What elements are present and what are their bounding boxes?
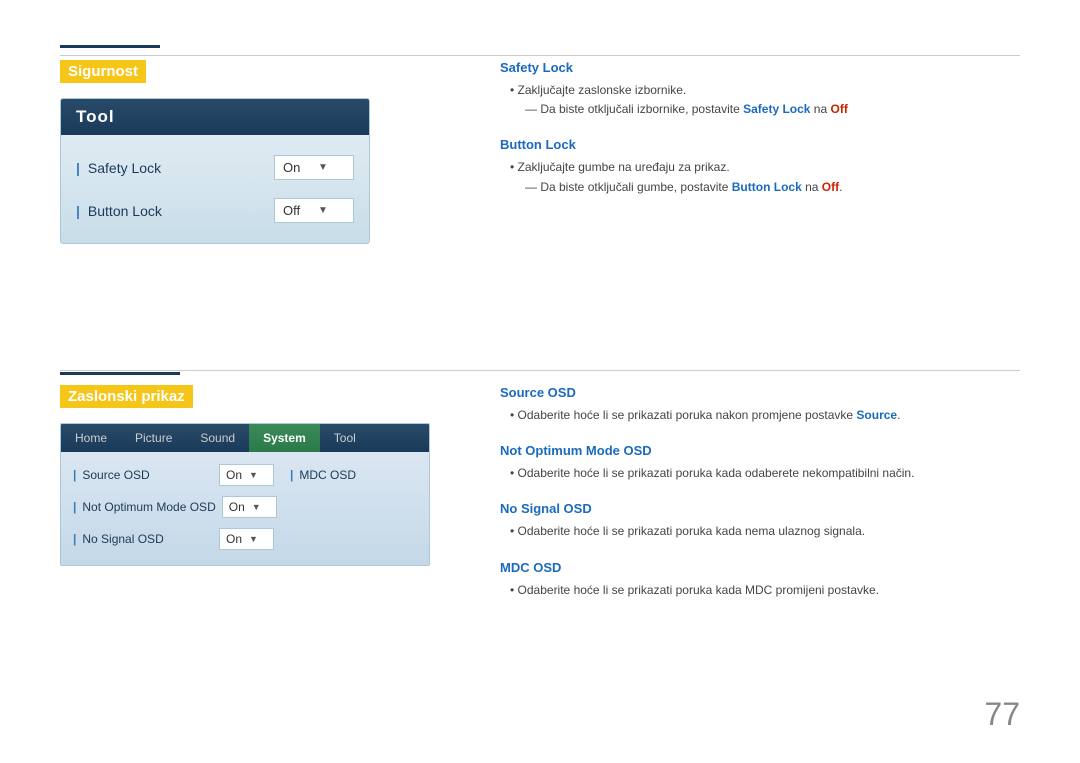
- desc-safety-lock-title: Safety Lock: [500, 60, 1020, 75]
- not-optimum-bullet-1: • Odaberite hoće li se prikazati poruka …: [510, 464, 1020, 483]
- desc-no-signal-body: • Odaberite hoće li se prikazati poruka …: [510, 522, 1020, 541]
- tab-home[interactable]: Home: [61, 424, 121, 452]
- safety-lock-sub-bullet-1: ― Da biste otključali izbornike, postavi…: [525, 100, 1020, 119]
- not-optimum-select[interactable]: On ▼: [222, 496, 277, 518]
- page-number: 77: [984, 696, 1020, 733]
- desc-zaslonski: Source OSD • Odaberite hoće li se prikaz…: [500, 385, 1020, 618]
- safety-lock-arrow: ▼: [318, 162, 345, 173]
- zaslonski-title-bar: [60, 372, 180, 375]
- source-osd-label: Source OSD: [73, 468, 213, 482]
- not-optimum-label: Not Optimum Mode OSD: [73, 500, 216, 514]
- mdc-osd-label: MDC OSD: [290, 468, 430, 482]
- tool-panel-body: Safety Lock On ▼ Button Lock Off ▼: [61, 135, 369, 243]
- tab-tool[interactable]: Tool: [320, 424, 370, 452]
- mid-rule: [60, 370, 1020, 371]
- tool-row-button-lock: Button Lock Off ▼: [76, 198, 354, 223]
- zaslonski-section: Zaslonski prikaz Home Picture Sound Syst…: [60, 385, 480, 566]
- no-signal-bullet-1: • Odaberite hoće li se prikazati poruka …: [510, 522, 1020, 541]
- tab-system[interactable]: System: [249, 424, 320, 452]
- safety-lock-label: Safety Lock: [76, 160, 161, 176]
- button-lock-select[interactable]: Off ▼: [274, 198, 354, 223]
- source-osd-arrow: ▼: [249, 470, 267, 480]
- button-lock-sub-bullet-1: ― Da biste otključali gumbe, postavite B…: [525, 178, 1020, 197]
- tool-row-safety-lock: Safety Lock On ▼: [76, 155, 354, 180]
- tool-panel-header: Tool: [61, 99, 369, 135]
- sigurnost-title-bar: [60, 45, 160, 48]
- desc-button-lock-body: • Zaključajte gumbe na uređaju za prikaz…: [510, 158, 1020, 196]
- safety-lock-select[interactable]: On ▼: [274, 155, 354, 180]
- desc-source-osd: Source OSD • Odaberite hoće li se prikaz…: [500, 385, 1020, 425]
- osd-body: Source OSD On ▼ MDC OSD On ▼ Not Optimum…: [61, 452, 429, 565]
- not-optimum-arrow: ▼: [252, 502, 270, 512]
- desc-not-optimum-body: • Odaberite hoće li se prikazati poruka …: [510, 464, 1020, 483]
- desc-safety-lock-body: • Zaključajte zaslonske izbornike. ― Da …: [510, 81, 1020, 119]
- desc-source-osd-body: • Odaberite hoće li se prikazati poruka …: [510, 406, 1020, 425]
- osd-row-no-signal: No Signal OSD On ▼: [73, 528, 417, 550]
- osd-row-source: Source OSD On ▼ MDC OSD On ▼: [73, 464, 417, 486]
- desc-no-signal: No Signal OSD • Odaberite hoće li se pri…: [500, 501, 1020, 541]
- desc-not-optimum-title: Not Optimum Mode OSD: [500, 443, 1020, 458]
- osd-row-not-optimum: Not Optimum Mode OSD On ▼: [73, 496, 417, 518]
- button-lock-off: Off: [822, 180, 839, 194]
- safety-lock-off: Off: [830, 102, 847, 116]
- desc-sigurnost: Safety Lock • Zaključajte zaslonske izbo…: [500, 60, 1020, 215]
- zaslonski-title: Zaslonski prikaz: [60, 385, 193, 408]
- desc-button-lock: Button Lock • Zaključajte gumbe na uređa…: [500, 137, 1020, 196]
- desc-mdc-osd-title: MDC OSD: [500, 560, 1020, 575]
- safety-lock-highlight: Safety Lock: [743, 102, 810, 116]
- desc-not-optimum: Not Optimum Mode OSD • Odaberite hoće li…: [500, 443, 1020, 483]
- source-osd-bullet-1: • Odaberite hoće li se prikazati poruka …: [510, 406, 1020, 425]
- no-signal-select[interactable]: On ▼: [219, 528, 274, 550]
- tool-panel: Tool Safety Lock On ▼ Button Lock Off ▼: [60, 98, 370, 244]
- sigurnost-section: Sigurnost Tool Safety Lock On ▼ Button L…: [60, 60, 480, 244]
- desc-source-osd-title: Source OSD: [500, 385, 1020, 400]
- osd-tabs: Home Picture Sound System Tool: [61, 424, 429, 452]
- desc-safety-lock: Safety Lock • Zaključajte zaslonske izbo…: [500, 60, 1020, 119]
- button-lock-label: Button Lock: [76, 203, 162, 219]
- osd-panel: Home Picture Sound System Tool Source OS…: [60, 423, 430, 566]
- mdc-osd-bullet-1: • Odaberite hoće li se prikazati poruka …: [510, 581, 1020, 600]
- source-osd-select[interactable]: On ▼: [219, 464, 274, 486]
- desc-mdc-osd-body: • Odaberite hoće li se prikazati poruka …: [510, 581, 1020, 600]
- no-signal-arrow: ▼: [249, 534, 267, 544]
- button-lock-bullet-1: • Zaključajte gumbe na uređaju za prikaz…: [510, 158, 1020, 177]
- button-lock-highlight: Button Lock: [732, 180, 802, 194]
- safety-lock-bullet-1: • Zaključajte zaslonske izbornike.: [510, 81, 1020, 100]
- no-signal-label: No Signal OSD: [73, 532, 213, 546]
- tab-picture[interactable]: Picture: [121, 424, 186, 452]
- button-lock-arrow: ▼: [318, 205, 345, 216]
- top-rule: [60, 55, 1020, 56]
- desc-mdc-osd: MDC OSD • Odaberite hoće li se prikazati…: [500, 560, 1020, 600]
- source-highlight: Source: [856, 408, 897, 422]
- desc-button-lock-title: Button Lock: [500, 137, 1020, 152]
- desc-no-signal-title: No Signal OSD: [500, 501, 1020, 516]
- tab-sound[interactable]: Sound: [186, 424, 249, 452]
- sigurnost-title: Sigurnost: [60, 60, 146, 83]
